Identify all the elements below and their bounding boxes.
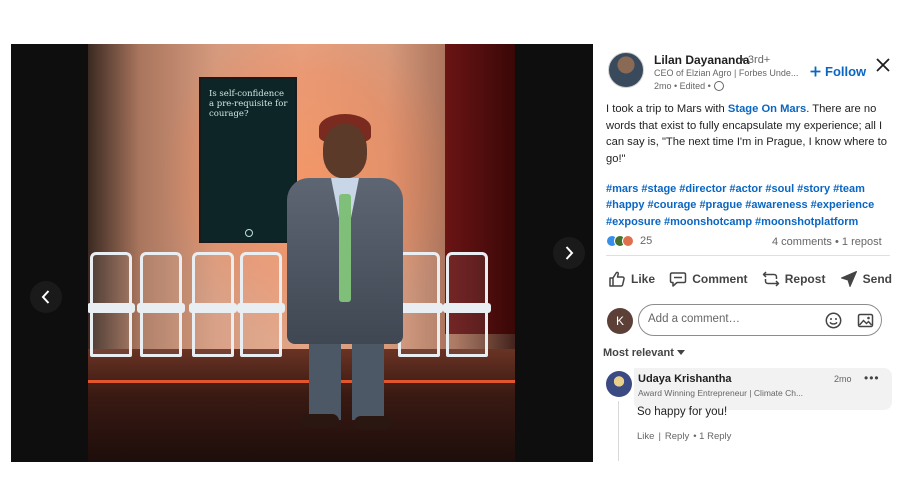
hashtag-link[interactable]: #exposure <box>606 216 661 228</box>
caret-down-icon <box>676 350 685 355</box>
speech-bubble-icon <box>669 272 687 287</box>
divider <box>606 255 890 256</box>
my-avatar: K <box>607 308 633 334</box>
screen-text: Is self-confidence a pre-requisite for c… <box>209 89 288 119</box>
comment-more-button[interactable]: ••• <box>864 371 880 385</box>
comment-label: Comment <box>692 272 748 286</box>
engagement-stats: 4 comments • 1 repost <box>772 236 882 248</box>
hashtag-link[interactable]: #moonshotcamp <box>664 216 752 228</box>
author-name[interactable]: Lilan Dayananda <box>654 53 749 67</box>
next-photo-button[interactable] <box>553 237 585 269</box>
post-meta: 2mo • Edited • <box>654 81 724 91</box>
reaction-count: 25 <box>640 235 653 247</box>
hashtag-link[interactable]: #mars <box>606 183 638 195</box>
hashtag-link[interactable]: #awareness <box>745 199 807 211</box>
smiley-icon <box>825 312 842 329</box>
globe-icon <box>713 81 724 91</box>
chair <box>443 252 491 357</box>
hashtag-link[interactable]: #prague <box>699 199 742 211</box>
post-details-pane: Lilan Dayananda • 3rd+ CEO of Elzian Agr… <box>600 44 900 504</box>
chair <box>395 252 443 357</box>
stats-separator: • <box>831 236 842 248</box>
sort-label: Most relevant <box>603 347 674 359</box>
comment-like-button[interactable]: Like <box>637 431 654 442</box>
reposts-count-link[interactable]: 1 repost <box>842 236 882 248</box>
comment-button[interactable]: Comment <box>669 266 748 292</box>
hashtag-link[interactable]: #stage <box>641 183 676 195</box>
repost-label: Repost <box>784 272 826 286</box>
chevron-right-icon <box>565 246 574 260</box>
plus-icon <box>810 66 821 77</box>
post-body-prefix: I took a trip to Mars with <box>606 103 728 115</box>
author-headline: CEO of Elzian Agro | Forbes Unde... <box>654 68 799 78</box>
commenter-name[interactable]: Udaya Krishantha <box>638 373 732 385</box>
hashtag-link[interactable]: #actor <box>729 183 762 195</box>
chair <box>137 252 185 357</box>
add-image-button[interactable] <box>857 312 874 329</box>
comment-reply-button[interactable]: Reply <box>665 431 689 442</box>
repost-button[interactable]: Repost <box>762 266 826 292</box>
close-icon <box>876 58 890 72</box>
chair <box>88 252 135 357</box>
commenter-avatar[interactable] <box>606 371 632 397</box>
chair <box>237 252 285 357</box>
post-actions-bar: Like Comment Repost Send <box>608 266 892 292</box>
hashtag-link[interactable]: #team <box>833 183 865 195</box>
hashtag-link[interactable]: #courage <box>648 199 697 211</box>
photo-viewer: Is self-confidence a pre-requisite for c… <box>11 44 593 462</box>
comment-time: 2mo <box>834 374 852 384</box>
post-photo: Is self-confidence a pre-requisite for c… <box>88 44 515 462</box>
follow-label: Follow <box>825 64 867 79</box>
hashtag-link[interactable]: #moonshotplatform <box>755 216 858 228</box>
comment-input[interactable] <box>648 313 808 325</box>
comment-card: Udaya Krishantha Award Winning Entrepren… <box>634 368 892 410</box>
hashtag-link[interactable]: #experience <box>811 199 875 211</box>
paper-plane-icon <box>840 271 857 287</box>
commenter-headline: Award Winning Entrepreneur | Climate Ch.… <box>638 388 804 398</box>
repost-arrows-icon <box>762 271 780 287</box>
reaction-icons <box>606 235 636 247</box>
send-label: Send <box>862 272 892 286</box>
comment-thread-line <box>618 401 619 461</box>
hashtag-link[interactable]: #story <box>797 183 830 195</box>
hashtag-link[interactable]: #happy <box>606 199 645 211</box>
previous-photo-button[interactable] <box>30 281 62 313</box>
image-icon <box>857 313 874 328</box>
hashtag-link[interactable]: #soul <box>765 183 794 195</box>
chair <box>189 252 237 357</box>
close-button[interactable] <box>874 56 892 74</box>
author-avatar[interactable] <box>608 52 644 88</box>
like-label: Like <box>631 272 656 286</box>
hashtag-link[interactable]: #director <box>679 183 726 195</box>
like-button[interactable]: Like <box>608 266 655 292</box>
emoji-button[interactable] <box>825 312 842 329</box>
comment-text: So happy for you! <box>637 406 728 418</box>
mention-link[interactable]: Stage On Mars <box>728 103 806 115</box>
reply-count-link[interactable]: • 1 Reply <box>693 431 731 442</box>
follow-button[interactable]: Follow <box>810 64 866 79</box>
stage-floor <box>88 349 515 462</box>
post-detail-modal: Is self-confidence a pre-requisite for c… <box>0 0 900 504</box>
comments-count-link[interactable]: 4 comments <box>772 236 832 248</box>
chevron-left-icon <box>41 290 50 304</box>
send-button[interactable]: Send <box>840 266 892 292</box>
sort-dropdown[interactable]: Most relevant <box>603 347 685 359</box>
post-body: I took a trip to Mars with Stage On Mars… <box>606 101 890 167</box>
display-screen: Is self-confidence a pre-requisite for c… <box>199 77 297 243</box>
connection-degree: • 3rd+ <box>741 54 771 66</box>
hashtag-list: #mars #stage #director #actor #soul #story #te… <box>606 181 894 230</box>
love-reaction-icon <box>622 235 634 247</box>
post-time: 2mo • Edited • <box>654 81 711 91</box>
reactions-summary[interactable]: 25 <box>606 235 652 247</box>
comment-actions: Like | Reply • 1 Reply <box>637 431 732 442</box>
comment-box <box>638 304 882 336</box>
thumbs-up-icon <box>609 271 625 287</box>
